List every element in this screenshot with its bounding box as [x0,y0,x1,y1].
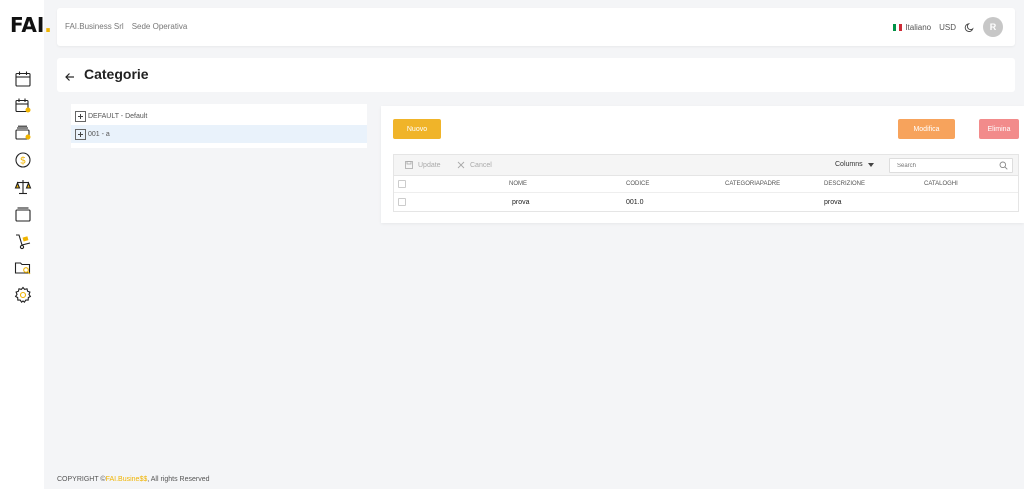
svg-text:$: $ [20,156,26,167]
category-tree: DEFAULT - Default 001 - a [71,104,367,148]
logo-text: FAI [10,13,45,37]
calendar-icon[interactable] [14,70,32,88]
wallet-stack-icon[interactable] [14,124,32,142]
row-checkbox[interactable] [398,198,406,206]
table-row[interactable]: prova 001.0 prova [394,193,1018,212]
sede-name[interactable]: Sede Operativa [132,22,188,31]
save-icon [405,161,413,169]
dollar-coin-icon[interactable]: $ [14,151,32,169]
expand-plus-icon[interactable] [75,110,86,122]
user-avatar[interactable]: R [983,17,1003,37]
cell-codice: 001.0 [626,199,644,206]
update-label: Update [418,161,441,169]
hand-truck-icon[interactable] [14,232,32,250]
search-input[interactable] [889,158,1013,173]
update-button[interactable]: Update [405,161,441,169]
top-header: FAI.Business Srl Sede Operativa Italiano … [57,8,1015,46]
logo-dot: . [44,13,52,37]
tree-node-default[interactable]: DEFAULT - Default [71,107,367,125]
grid-toolbar: Update Cancel Columns [394,155,1018,176]
italy-flag-icon [893,23,903,31]
sidebar: FAI. $ [0,0,52,489]
delete-button[interactable]: Elimina [979,119,1019,139]
company-breadcrumb: FAI.Business Srl Sede Operativa [65,22,187,31]
gear-icon[interactable] [14,286,32,304]
page-title-bar: Categorie [57,58,1015,92]
cancel-label: Cancel [470,161,492,169]
grid-header-row: NOME CODICE CATEGORIAPADRE DESCRIZIONE C… [394,176,1018,193]
column-header-codice[interactable]: CODICE [626,181,649,187]
new-button[interactable]: Nuovo [393,119,441,139]
category-detail-panel: Nuovo Modifica Elimina Update Cancel Col… [381,106,1024,223]
tree-node-001[interactable]: 001 - a [71,125,367,143]
column-header-nome[interactable]: NOME [509,181,527,187]
header-controls: Italiano USD R [893,17,1003,37]
copyright-suffix: , All rights Reserved [147,476,210,483]
data-grid: Update Cancel Columns NOME CODICE CATEGO… [393,154,1019,212]
column-header-cataloghi[interactable]: CATALOGHI [924,181,958,187]
footer-copyright: COPYRIGHT ©FAI.Busine$$, All rights Rese… [57,476,209,483]
columns-chooser[interactable]: Columns [835,161,874,168]
copyright-prefix: COPYRIGHT © [57,476,106,483]
language-selector[interactable]: Italiano [905,23,931,32]
expand-plus-icon[interactable] [75,128,86,140]
tree-node-label: DEFAULT - Default [88,112,148,120]
currency-selector[interactable]: USD [939,23,956,32]
edit-button[interactable]: Modifica [898,119,955,139]
page-title: Categorie [84,66,149,82]
layers-icon[interactable] [14,205,32,223]
company-name[interactable]: FAI.Business Srl [65,22,124,31]
column-header-descrizione[interactable]: DESCRIZIONE [824,181,865,187]
scale-icon[interactable] [14,178,32,196]
cell-nome: prova [512,199,530,206]
calendar-user-icon[interactable] [14,97,32,115]
select-all-checkbox[interactable] [398,180,406,188]
column-header-categoriapadre[interactable]: CATEGORIAPADRE [725,181,780,187]
back-arrow-icon[interactable] [65,69,75,81]
cell-descrizione: prova [824,199,842,206]
search-icon[interactable] [999,161,1008,170]
close-icon [457,161,465,169]
columns-label: Columns [835,161,863,168]
dark-mode-moon-icon[interactable] [964,22,975,33]
chevron-down-icon [867,162,874,167]
cancel-button[interactable]: Cancel [457,161,492,169]
folder-search-icon[interactable] [14,259,32,277]
footer-brand-link[interactable]: FAI.Busine$$ [106,476,148,483]
tree-node-label: 001 - a [88,130,110,138]
app-logo[interactable]: FAI. [10,13,52,37]
